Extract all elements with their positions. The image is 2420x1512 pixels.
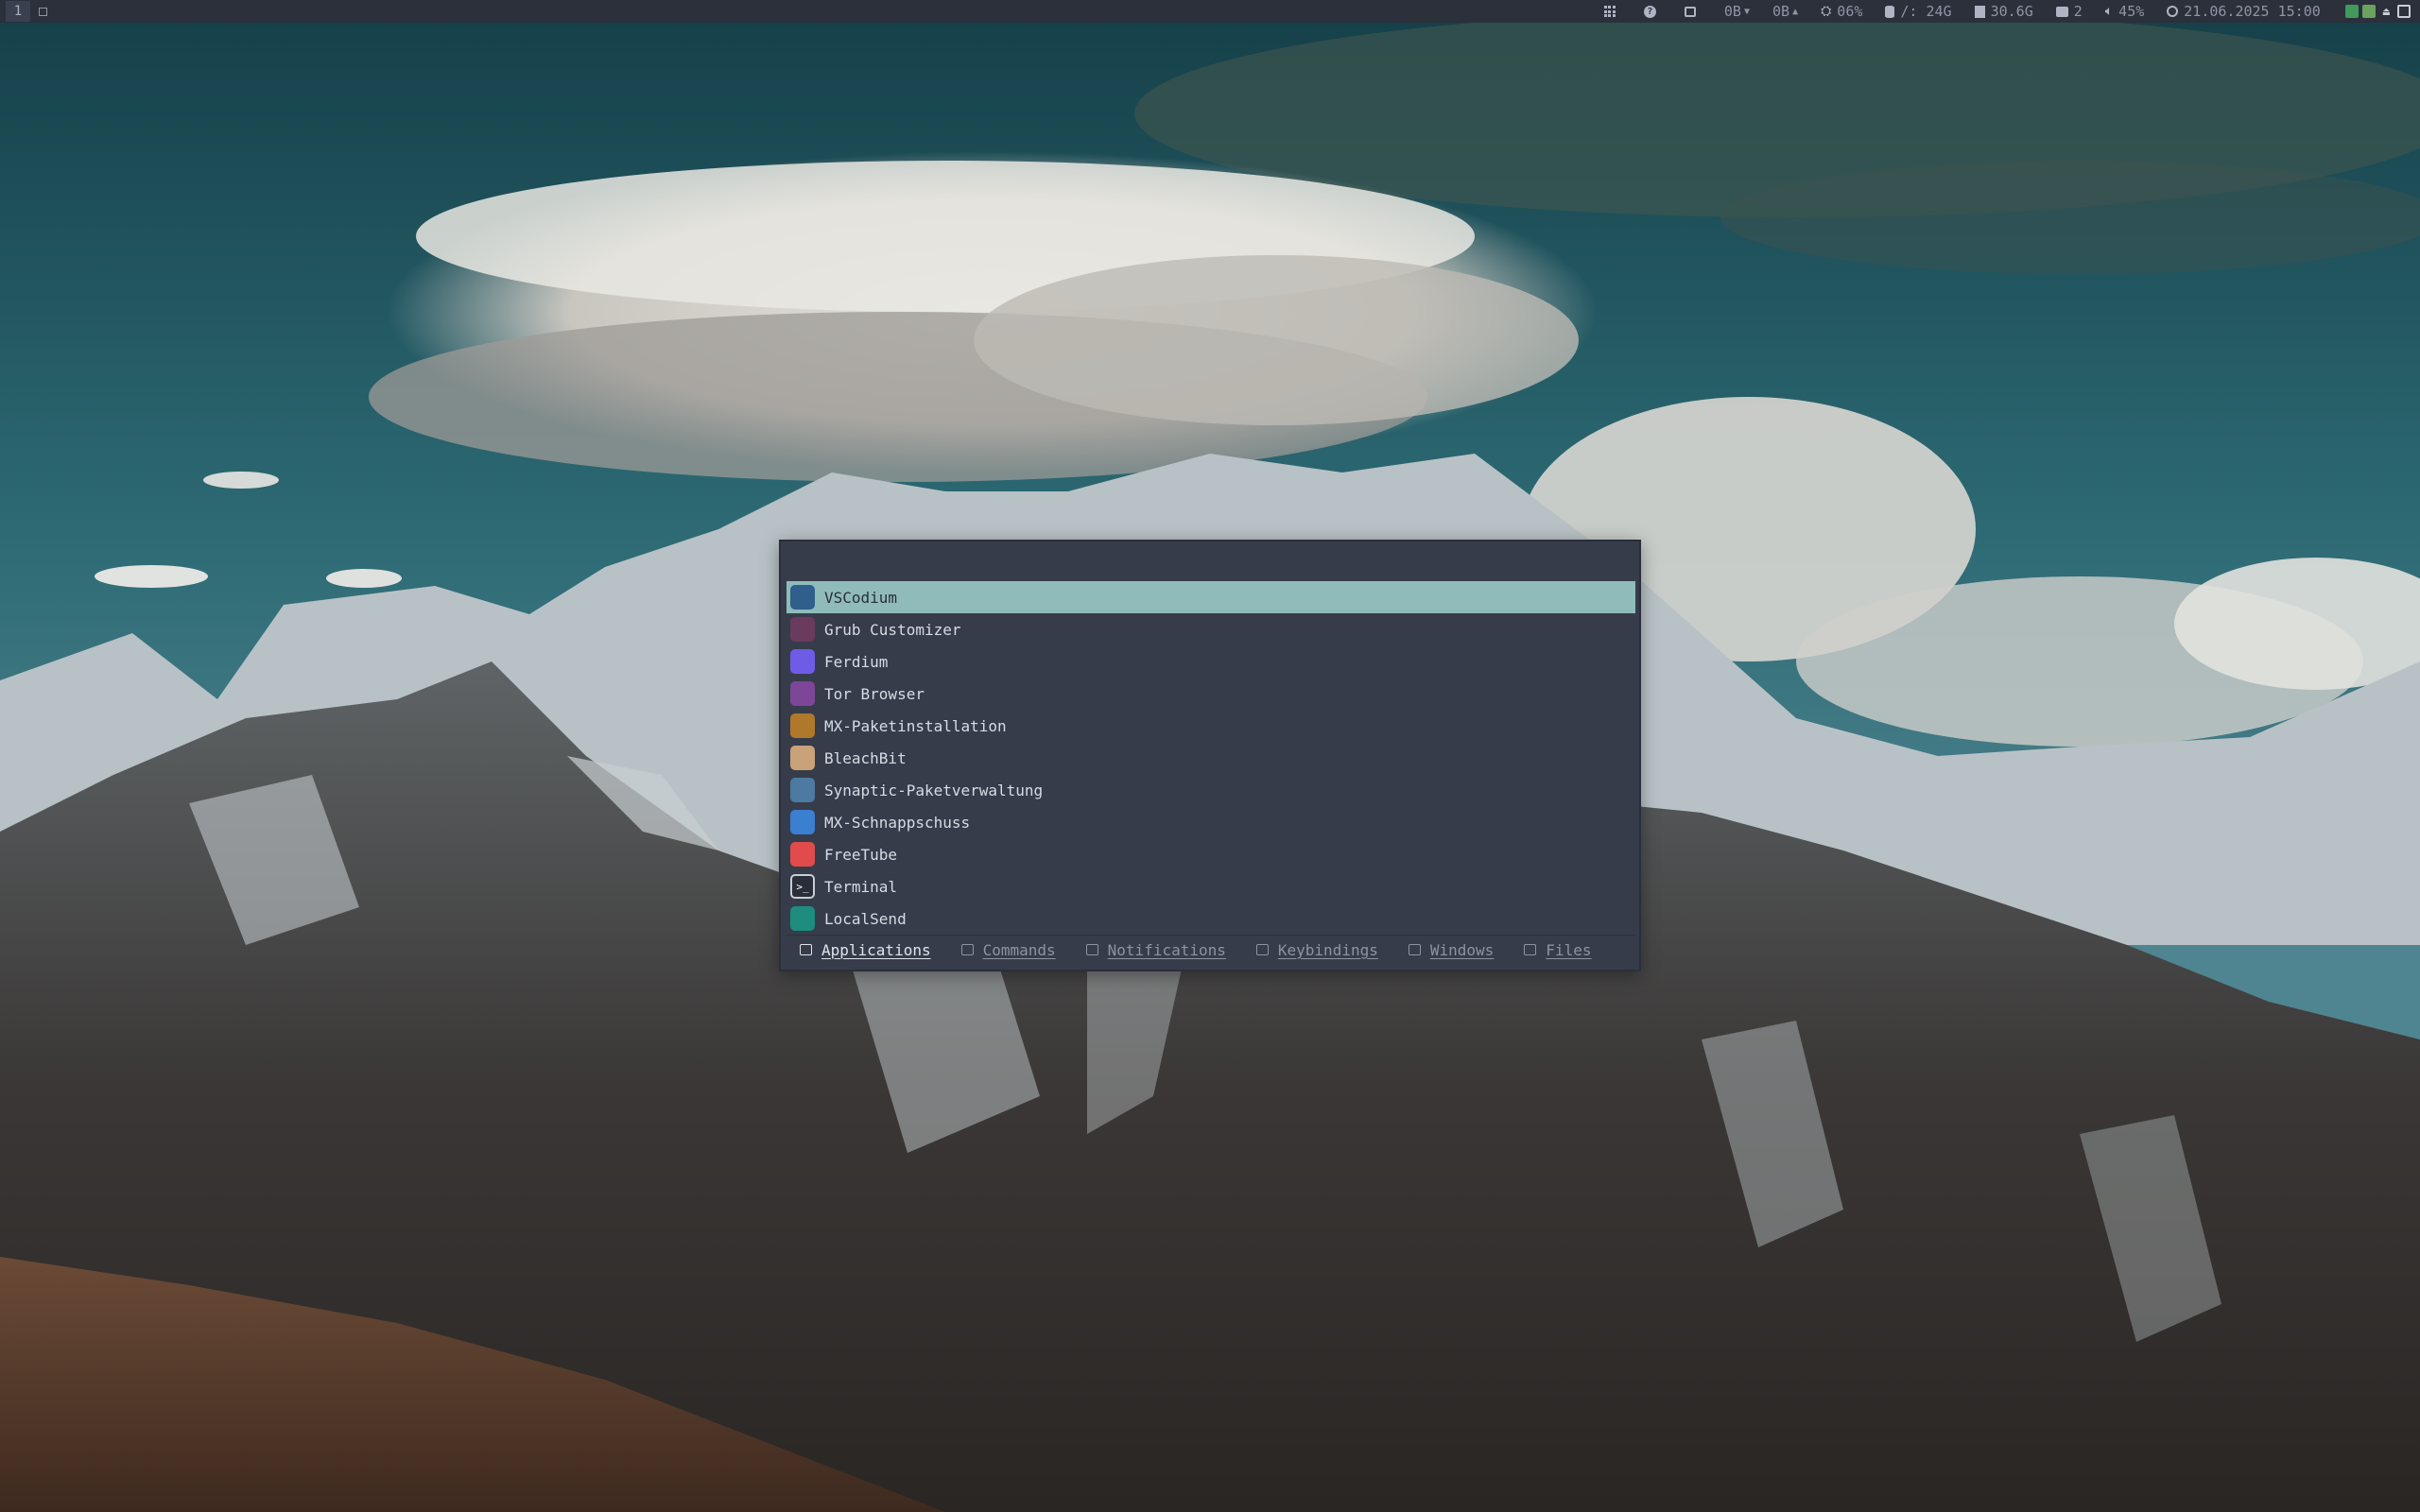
workspace-switcher: 1 (6, 0, 55, 23)
commands-mode-icon (960, 944, 974, 955)
mode-tab-applications[interactable]: Applications (800, 941, 931, 959)
clock-module[interactable]: 21.06.2025 15:00 (2167, 0, 2321, 23)
app-item-label: VSCodium (824, 588, 898, 607)
notifications-count: 2 (2073, 3, 2083, 20)
cpu-module[interactable]: ⛭ 06% (1821, 0, 1862, 23)
mode-tab-label: Files (1546, 940, 1592, 959)
memory-module[interactable]: 30.6G (1974, 0, 2033, 23)
app-item-vscodium[interactable]: VSCodium (786, 581, 1635, 613)
app-item-terminal[interactable]: >_ Terminal (786, 870, 1635, 902)
disk-usage: /: 24G (1900, 3, 1952, 20)
mode-tab-commands[interactable]: Commands (960, 940, 1056, 959)
mx-snapshot-icon (790, 810, 815, 834)
window-square-icon (38, 7, 47, 16)
upload-speed-module[interactable]: 0B ▲ (1772, 0, 1798, 23)
screen-module[interactable] (1684, 0, 1702, 23)
mode-tab-notifications[interactable]: Notifications (1085, 940, 1226, 959)
system-tray: ⏏ (2343, 0, 2412, 23)
help-module[interactable]: ? (1643, 0, 1662, 23)
workspace-window-indicator[interactable] (30, 1, 55, 22)
freetube-icon (790, 842, 815, 867)
top-status-bar: 1 ? 0B ▼ 0B ▲ ⛭ 06% /: 24G 30.6G 2 🔈︎ 45… (0, 0, 2420, 23)
app-item-mx-paketinstallation[interactable]: MX-Paketinstallation (786, 710, 1635, 742)
mode-switcher: Applications Commands Notifications Keybind… (786, 935, 1635, 964)
screen-icon (1684, 6, 1696, 17)
app-item-freetube[interactable]: FreeTube (786, 838, 1635, 870)
app-item-label: BleachBit (824, 748, 907, 767)
app-item-mx-schnappschuss[interactable]: MX-Schnappschuss (786, 806, 1635, 838)
shield-tray-icon[interactable] (2344, 5, 2359, 18)
display-tray-icon[interactable] (2397, 5, 2411, 18)
clock-icon (2167, 6, 2179, 17)
tor-browser-icon (790, 681, 815, 706)
app-item-label: Ferdium (824, 652, 889, 671)
terminal-icon: >_ (790, 874, 815, 899)
volume-module[interactable]: 🔈︎ 45% (2105, 0, 2145, 23)
chat-bubble-icon (2055, 6, 2068, 17)
mode-tab-keybindings[interactable]: Keybindings (1255, 940, 1378, 959)
disk-module[interactable]: /: 24G (1885, 0, 1952, 23)
mx-package-installer-icon (790, 713, 815, 738)
app-item-synaptic-paketverwaltung[interactable]: Synaptic-Paketverwaltung (786, 774, 1635, 806)
mode-tab-label: Applications (821, 940, 931, 959)
download-speed: 0B (1723, 3, 1741, 20)
workspace-1-button[interactable]: 1 (6, 1, 30, 22)
eject-tray-icon[interactable]: ⏏ (2383, 5, 2390, 18)
mode-tab-label: Windows (1429, 940, 1495, 959)
keybindings-mode-icon (1255, 944, 1269, 955)
launcher-search-input[interactable] (781, 541, 1639, 581)
apps-grid-module[interactable] (1603, 0, 1621, 23)
app-item-label: Tor Browser (824, 684, 925, 703)
help-icon: ? (1643, 5, 1656, 18)
app-item-grub-customizer[interactable]: Grub Customizer (786, 613, 1635, 645)
app-item-label: Terminal (824, 877, 898, 896)
app-item-label: FreeTube (824, 845, 898, 864)
app-item-localsend[interactable]: LocalSend (786, 902, 1635, 935)
download-arrow-icon: ▼ (1743, 6, 1750, 17)
notifications-module[interactable]: 2 (2055, 0, 2083, 23)
app-item-label: Grub Customizer (824, 620, 961, 639)
app-item-ferdium[interactable]: Ferdium (786, 645, 1635, 678)
cpu-icon: ⛭ (1821, 4, 1832, 19)
upload-speed: 0B (1772, 3, 1790, 20)
cpu-usage: 06% (1837, 3, 1863, 20)
memory-usage: 30.6G (1990, 3, 2033, 20)
app-item-tor-browser[interactable]: Tor Browser (786, 678, 1635, 710)
update-tray-icon[interactable] (2361, 5, 2376, 18)
grub-customizer-icon (790, 617, 815, 642)
app-list: VSCodium Grub Customizer Ferdium Tor Browse… (786, 581, 1635, 935)
download-speed-module[interactable]: 0B ▼ (1724, 0, 1750, 23)
workspace-1-label: 1 (13, 4, 23, 19)
status-modules: ? 0B ▼ 0B ▲ ⛭ 06% /: 24G 30.6G 2 🔈︎ 45% … (1593, 0, 2414, 23)
app-item-label: Synaptic-Paketverwaltung (824, 781, 1044, 799)
volume-level: 45% (2118, 3, 2145, 20)
mode-tab-windows[interactable]: Windows (1408, 940, 1495, 959)
app-item-label: MX-Schnappschuss (824, 813, 971, 832)
windows-mode-icon (1408, 944, 1421, 955)
mode-tab-label: Commands (982, 940, 1056, 959)
mode-tab-files[interactable]: Files (1524, 941, 1591, 959)
memory-icon (1974, 5, 1985, 18)
apps-grid-icon (1603, 6, 1616, 17)
speaker-icon: 🔈︎ (2104, 4, 2114, 19)
disk-icon (1885, 5, 1895, 18)
applications-mode-icon (800, 944, 812, 955)
app-item-label: MX-Paketinstallation (824, 716, 1007, 735)
upload-arrow-icon: ▲ (1792, 6, 1799, 17)
notifications-mode-icon (1085, 944, 1098, 955)
app-launcher: VSCodium Grub Customizer Ferdium Tor Browse… (779, 540, 1641, 971)
synaptic-icon (790, 778, 815, 802)
app-item-bleachbit[interactable]: BleachBit (786, 742, 1635, 774)
files-mode-icon (1524, 944, 1537, 955)
localsend-icon (790, 906, 815, 931)
mode-tab-label: Notifications (1107, 940, 1226, 959)
app-item-label: LocalSend (824, 909, 907, 928)
vscodium-icon (790, 585, 815, 610)
mode-tab-label: Keybindings (1277, 940, 1378, 959)
ferdium-icon (790, 649, 815, 674)
bleachbit-icon (790, 746, 815, 770)
datetime: 21.06.2025 15:00 (2184, 3, 2321, 20)
